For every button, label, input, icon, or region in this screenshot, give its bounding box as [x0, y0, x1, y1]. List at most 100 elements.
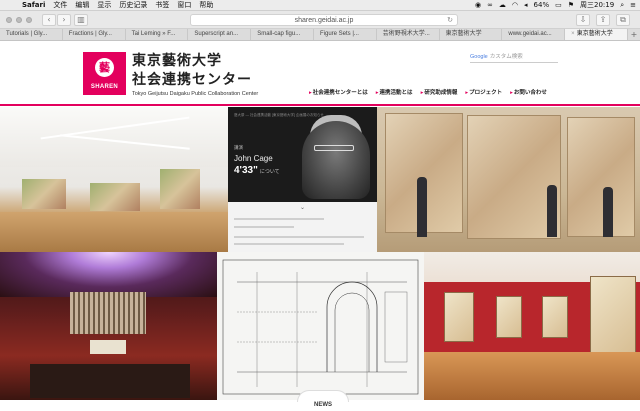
clock[interactable]: 周三20:19: [580, 0, 614, 10]
google-label: Google: [470, 54, 488, 60]
hall-artwork: [22, 179, 66, 209]
search-field[interactable]: Google カスタム検索: [470, 52, 558, 63]
tab-small-cap[interactable]: Small-cap figu...: [251, 29, 314, 40]
share-button[interactable]: ⇪: [596, 14, 610, 26]
window-controls: [6, 17, 32, 23]
logo-mark: 藝: [95, 58, 114, 77]
menu-app-name[interactable]: Safari: [22, 1, 45, 9]
site-logo[interactable]: 藝 SHAREN: [83, 52, 126, 95]
cloud-icon[interactable]: ☁: [499, 1, 506, 9]
tab-label: www.geidai.ac...: [508, 31, 552, 37]
tab-label: Tai Leming » F...: [131, 31, 176, 37]
photo-concert-hall[interactable]: [0, 252, 217, 400]
arrow-icon: ▸: [309, 90, 312, 96]
tab-geidai-2[interactable]: 東京藝術大学: [440, 29, 503, 40]
feature-john-cage[interactable]: 藝大祭 — 社会連携活動 [東京藝術大学] 企画展のお知らせ 講演 John C…: [228, 107, 377, 252]
tab-label: 東京藝術大学: [576, 31, 613, 37]
tab-geidai-www[interactable]: www.geidai.ac...: [502, 29, 566, 40]
tab-tai-leming[interactable]: Tai Leming » F...: [126, 29, 189, 40]
photo-exhibition-hall[interactable]: [0, 107, 228, 252]
logo-text: SHAREN: [90, 84, 119, 90]
link-icon[interactable]: ∞: [487, 1, 493, 9]
menu-item-view[interactable]: 显示: [97, 0, 111, 10]
page-content: 藝 SHAREN 東京藝術大学 社会連携センター Tokyo Geijutsu …: [0, 41, 640, 408]
tab-fractions[interactable]: Fractions | Gly...: [63, 29, 126, 40]
wood-floor: [424, 352, 640, 400]
battery-icon[interactable]: ▭: [555, 1, 562, 9]
reload-icon[interactable]: ↻: [447, 15, 453, 26]
main-nav: ▸社会連携センターとは ▸連携活動とは ▸研究助成情報 ▸プロジェクト ▸お問い…: [309, 88, 547, 96]
menu-item-edit[interactable]: 编辑: [75, 0, 89, 10]
feature-image: 藝大祭 — 社会連携活動 [東京藝術大学] 企画展のお知らせ 講演 John C…: [228, 107, 377, 202]
feature-piece: 4'33" について: [234, 165, 280, 176]
wifi-icon[interactable]: ◠: [512, 1, 518, 9]
address-bar[interactable]: sharen.geidai.ac.jp ↻: [190, 14, 458, 26]
tab-superscript[interactable]: Superscript an...: [188, 29, 252, 40]
gallery-panel: [590, 276, 636, 356]
back-button[interactable]: ‹: [42, 14, 56, 26]
nav-label: お問い合わせ: [513, 90, 547, 96]
menu-item-file[interactable]: 文件: [53, 0, 67, 10]
nav-projects[interactable]: ▸プロジェクト: [465, 88, 502, 96]
nav-activities[interactable]: ▸連携活動とは: [376, 88, 413, 96]
nav-label: 社会連携センターとは: [312, 90, 368, 96]
tab-close-icon[interactable]: ×: [571, 31, 575, 37]
tabs-overview-button[interactable]: ⧉: [616, 14, 630, 26]
photo-architectural-drawing[interactable]: [217, 252, 424, 400]
tab-figure-sets[interactable]: Figure Sets |...: [314, 29, 377, 40]
hall-artwork: [160, 169, 200, 209]
sidebar-button[interactable]: ▥: [74, 14, 88, 26]
nav-grants[interactable]: ▸研究助成情報: [421, 88, 458, 96]
search-icon[interactable]: ⌕: [620, 1, 624, 10]
tab-geidai-1[interactable]: 芸術野視术大学...: [377, 29, 440, 40]
site-title-line1[interactable]: 東京藝術大学: [132, 53, 222, 70]
menu-item-history[interactable]: 历史记录: [119, 0, 147, 10]
menu-item-window[interactable]: 窗口: [177, 0, 191, 10]
nav-about[interactable]: ▸社会連携センターとは: [309, 88, 368, 96]
arrow-icon: ▸: [510, 90, 513, 96]
orchestra-stage: [30, 364, 190, 398]
piece-suffix: について: [259, 169, 280, 175]
nav-label: 連携活動とは: [379, 90, 413, 96]
new-tab-button[interactable]: +: [628, 29, 640, 40]
news-label: NEWS: [314, 402, 332, 408]
photo-red-gallery[interactable]: [424, 252, 640, 400]
site-title-english: Tokyo Geijutsu Daigaku Public Collaborat…: [132, 91, 259, 97]
worker-figure: [417, 177, 427, 237]
menu-item-bookmarks[interactable]: 书签: [155, 0, 169, 10]
gallery-panel: [444, 292, 474, 342]
minimize-button[interactable]: [16, 17, 22, 23]
menu-item-help[interactable]: 帮助: [199, 0, 213, 10]
tab-label: Fractions | Gly...: [68, 31, 112, 37]
nav-label: 研究助成情報: [424, 90, 458, 96]
photo-mural-restoration[interactable]: [377, 107, 640, 252]
site-title-line2[interactable]: 社会連携センター: [132, 72, 252, 89]
feature-name: John Cage: [234, 154, 273, 163]
tab-label: Superscript an...: [194, 31, 239, 37]
tab-label: 芸術野視术大学...: [382, 31, 430, 37]
hall-ceiling-lights: [0, 252, 217, 297]
text-line: [234, 236, 364, 238]
tab-label: Figure Sets |...: [319, 31, 359, 37]
tab-geidai-active[interactable]: × 東京藝術大学: [565, 29, 628, 40]
notification-icon[interactable]: ≡: [630, 1, 636, 9]
nav-label: プロジェクト: [469, 90, 503, 96]
feature-text: ⌄: [228, 202, 377, 252]
tab-strip: Tutorials | Gly... Fractions | Gly... Ta…: [0, 29, 640, 41]
download-button[interactable]: ⇩: [576, 14, 590, 26]
arrow-icon: ▸: [375, 90, 379, 96]
arrow-icon: ▸: [420, 90, 424, 96]
forward-button[interactable]: ›: [57, 14, 71, 26]
zoom-button[interactable]: [26, 17, 32, 23]
browser-toolbar: ‹ › ▥ sharen.geidai.ac.jp ↻ ⇩ ⇪ ⧉: [0, 11, 640, 29]
volume-icon[interactable]: ◂: [524, 1, 528, 9]
nav-contact[interactable]: ▸お問い合わせ: [510, 88, 547, 96]
wechat-icon[interactable]: ◉: [475, 1, 481, 9]
blueprint-drawing: [222, 259, 419, 395]
tab-tutorials[interactable]: Tutorials | Gly...: [0, 29, 63, 40]
worker-figure: [603, 187, 613, 237]
text-line: [234, 218, 324, 220]
news-tab[interactable]: NEWS: [297, 390, 349, 408]
flag-icon[interactable]: ⚑: [568, 1, 574, 9]
close-button[interactable]: [6, 17, 12, 23]
